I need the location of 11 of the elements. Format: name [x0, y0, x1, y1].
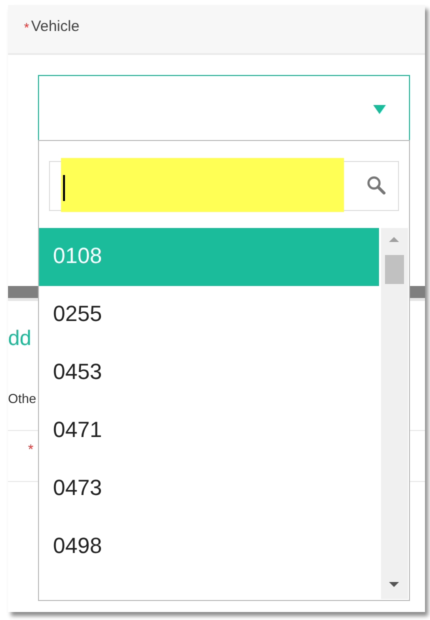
- option-label: Othe: [8, 391, 38, 406]
- caret-icon: [373, 105, 386, 114]
- search-field[interactable]: [49, 161, 399, 211]
- scrollbar[interactable]: [381, 228, 408, 599]
- search-icon: [366, 175, 386, 195]
- required-mark: *: [24, 20, 30, 35]
- scroll-down-icon[interactable]: [389, 582, 399, 587]
- required-mark: *: [28, 441, 34, 457]
- field-label: Vehicle: [31, 18, 80, 34]
- scroll-thumb[interactable]: [385, 255, 404, 284]
- scroll-up-icon[interactable]: [389, 237, 399, 242]
